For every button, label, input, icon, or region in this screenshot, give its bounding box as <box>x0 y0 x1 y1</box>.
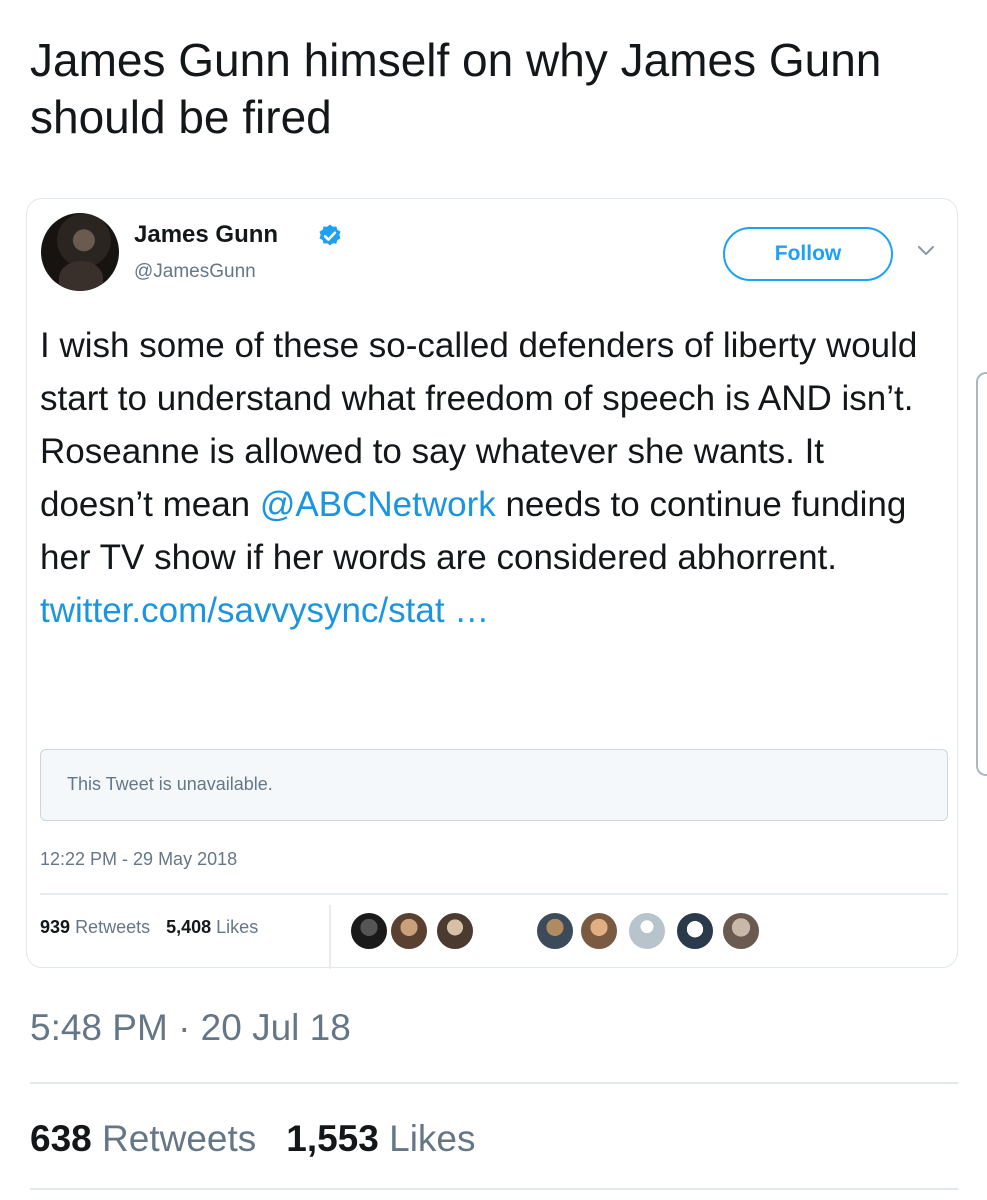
chevron-down-icon[interactable] <box>917 245 935 257</box>
outer-divider <box>30 1082 958 1084</box>
tweet-stats: 939 Retweets 5,408 Likes <box>40 917 258 938</box>
verified-badge-icon <box>319 224 341 246</box>
liker-avatar[interactable] <box>627 911 667 951</box>
liker-avatar[interactable] <box>721 911 761 951</box>
follow-button[interactable]: Follow <box>723 227 893 281</box>
outer-timestamp[interactable]: 5:48 PM · 20 Jul 18 <box>30 1007 351 1049</box>
author-name[interactable]: James Gunn <box>134 221 278 249</box>
retweets-label: Retweets <box>75 917 151 937</box>
tweet-text: I wish some of these so-called defenders… <box>40 319 945 637</box>
author-handle[interactable]: @JamesGunn <box>134 261 256 283</box>
outer-stats: 638 Retweets 1,553 Likes <box>30 1118 476 1160</box>
outer-retweets-label: Retweets <box>102 1118 257 1159</box>
likes-label: Likes <box>216 917 259 937</box>
liker-avatar[interactable] <box>389 911 429 951</box>
outer-like-stat[interactable]: 1,553 Likes <box>286 1118 475 1159</box>
stats-vertical-divider <box>329 905 331 969</box>
retweets-count: 939 <box>40 917 71 937</box>
liker-avatar[interactable] <box>675 911 715 951</box>
quoted-url-link[interactable]: twitter.com/savvysync/stat … <box>40 591 489 630</box>
quoted-tweet-unavailable-text: This Tweet is unavailable. <box>67 774 273 794</box>
stats-divider <box>40 893 948 895</box>
outer-retweet-stat[interactable]: 638 Retweets <box>30 1118 256 1159</box>
retweet-stat[interactable]: 939 Retweets <box>40 917 150 937</box>
outer-likes-label: Likes <box>389 1118 476 1159</box>
post-title: James Gunn himself on why James Gunn sho… <box>30 34 882 143</box>
tweet-timestamp[interactable]: 12:22 PM - 29 May 2018 <box>40 849 237 870</box>
liker-avatar[interactable] <box>535 911 575 951</box>
liker-avatar[interactable] <box>349 911 389 951</box>
quoted-tweet-box[interactable]: This Tweet is unavailable. <box>40 749 948 821</box>
scrollbar-edge <box>976 372 987 776</box>
like-stat[interactable]: 5,408 Likes <box>166 917 258 937</box>
outer-bottom-divider <box>30 1188 958 1190</box>
embedded-tweet-card[interactable]: James Gunn @JamesGunn Follow I wish some… <box>26 198 958 969</box>
liker-avatar[interactable] <box>435 911 475 951</box>
mention-link[interactable]: @ABCNetwork <box>260 485 496 524</box>
outer-retweets-count: 638 <box>30 1118 92 1159</box>
liker-avatar[interactable] <box>579 911 619 951</box>
likes-count: 5,408 <box>166 917 212 937</box>
outer-likes-count: 1,553 <box>286 1118 379 1159</box>
author-avatar[interactable] <box>41 213 119 291</box>
